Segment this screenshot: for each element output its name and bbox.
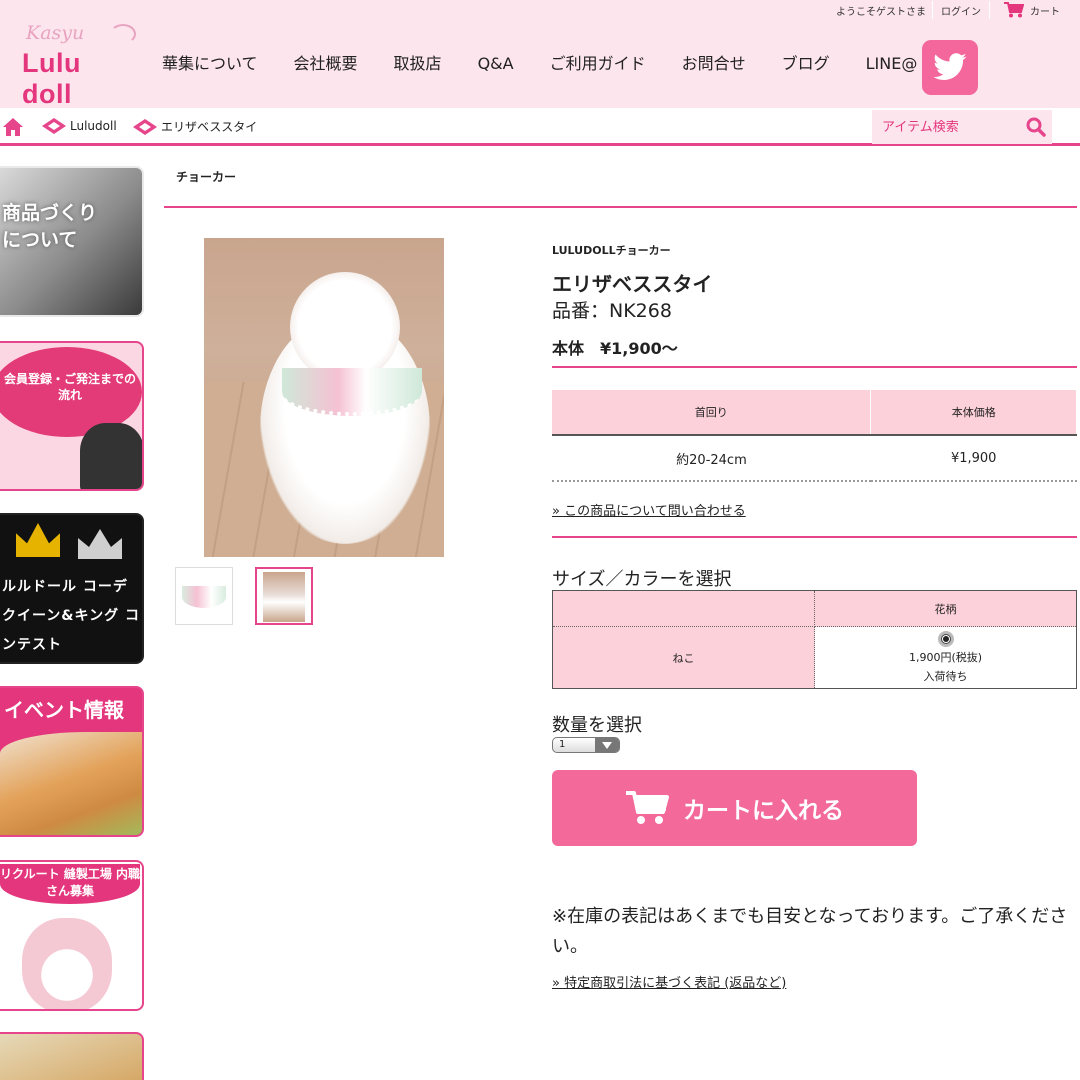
product-code: 品番：NK268 — [552, 300, 672, 322]
welcome-text: ようこそゲストさま — [836, 6, 926, 18]
banner-text: 会員登録・ご発注までの 流れ — [3, 372, 136, 402]
banner-recruit[interactable]: リクルート 縫製工場 内職さん募集 — [0, 860, 144, 1011]
breadcrumb-label: Luludoll — [70, 119, 117, 133]
variant-price: 1,900円(税抜) — [908, 651, 983, 664]
variant-status: 入荷待ち — [923, 670, 968, 683]
product-thumbnail[interactable] — [175, 567, 233, 625]
nav-stores[interactable]: 取扱店 — [376, 40, 460, 88]
site-logo[interactable]: Kasyu Lulu doll — [22, 22, 136, 109]
variant-radio[interactable] — [937, 631, 954, 647]
category-title: チョーカー — [176, 170, 237, 184]
logo-text: Lulu doll — [22, 48, 81, 109]
chevron-down-icon — [595, 738, 619, 752]
table-header: 本体価格 — [870, 390, 1077, 436]
cart-icon — [1004, 2, 1024, 18]
cat-illustration — [80, 423, 142, 489]
cart-label: カート — [1030, 6, 1060, 18]
twitter-button[interactable] — [922, 40, 978, 95]
gold-crown-icon — [16, 523, 60, 557]
banner-membership-flow[interactable]: 会員登録・ご発注までの 流れ — [0, 341, 144, 491]
thumbnail-image — [182, 586, 226, 608]
nav-blog[interactable]: ブログ — [764, 40, 848, 88]
add-to-cart-label: カートに入れる — [683, 798, 844, 824]
size-table: 首回り 本体価格 約20-24cm ¥1,900 — [552, 390, 1077, 482]
variant-table: 花柄 ねこ 1,900円(税抜) 入荷待ち — [552, 590, 1077, 689]
divider — [164, 206, 1077, 208]
breadcrumb-label: エリザベススタイ — [161, 120, 258, 134]
quantity-select[interactable]: 1 — [552, 737, 620, 753]
cart-icon — [626, 791, 669, 824]
product-bib — [282, 368, 422, 416]
nav-company[interactable]: 会社概要 — [276, 40, 376, 88]
search-input[interactable] — [882, 119, 1012, 135]
table-header: 首回り — [552, 390, 872, 436]
search-box — [872, 110, 1052, 144]
variant-option[interactable]: 1,900円(税抜) 入荷待ち — [814, 626, 1077, 689]
commerce-law-link[interactable]: » 特定商取引法に基づく表記 (返品など) — [552, 972, 786, 991]
table-cell: 約20-24cm — [552, 435, 871, 482]
cart-link[interactable]: カート — [990, 2, 1080, 18]
product-brand: LULUDOLLチョーカー — [552, 244, 671, 257]
banner-text: リクルート 縫製工場 内職さん募集 — [0, 864, 140, 904]
banner-contest[interactable]: ルルドール コーデ クイーン&キング コンテスト — [0, 513, 144, 664]
stock-note: ※在庫の表記はあくまでも目安となっております。ご了承ください。 — [552, 906, 1068, 957]
banner-text: イベント情報 — [4, 698, 124, 722]
breadcrumb-item-luludoll[interactable]: Luludoll — [42, 118, 117, 134]
home-icon[interactable] — [2, 117, 24, 137]
table-row: 約20-24cm ¥1,900 — [552, 435, 1077, 482]
nav-contact[interactable]: お問合せ — [664, 40, 764, 88]
banner-cat[interactable] — [0, 1032, 144, 1080]
dog-photo — [0, 732, 142, 835]
nav-guide[interactable]: ご利用ガイド — [532, 40, 664, 88]
banner-events[interactable]: イベント情報 — [0, 686, 144, 837]
cat-head — [290, 272, 400, 382]
nav-qa[interactable]: Q&A — [460, 40, 532, 88]
banner-text: 商品づくり について — [2, 202, 98, 251]
breadcrumb: Luludoll エリザベススタイ — [0, 108, 1080, 146]
silver-crown-icon — [78, 529, 122, 559]
logo-swirl — [110, 24, 136, 44]
inquire-link[interactable]: » この商品について問い合わせる — [552, 500, 746, 519]
site-header: Kasyu Lulu doll ようこそゲストさま ログイン カート 華集につい… — [0, 0, 1080, 109]
login-link[interactable]: ログイン — [933, 3, 989, 18]
user-topbar: ようこそゲストさま ログイン カート — [836, 0, 1080, 20]
add-to-cart-button[interactable]: カートに入れる — [552, 770, 917, 846]
divider — [552, 366, 1077, 368]
banner-production[interactable]: 商品づくり について — [0, 166, 144, 317]
logo-script: Kasyu — [26, 22, 85, 44]
product-thumbnail-selected[interactable] — [255, 567, 313, 625]
nav-about[interactable]: 華集について — [144, 40, 276, 88]
dog-photo — [22, 918, 112, 1009]
variant-row-header: ねこ — [552, 626, 815, 689]
main-nav: 華集について 会社概要 取扱店 Q&A ご利用ガイド お問合せ ブログ LINE… — [144, 40, 935, 88]
search-icon[interactable] — [1026, 117, 1046, 137]
breadcrumb-item-current: エリザベススタイ — [133, 118, 257, 135]
variant-heading: サイズ／カラーを選択 — [552, 569, 732, 590]
table-corner — [552, 590, 815, 627]
variant-column-header: 花柄 — [814, 590, 1077, 627]
divider — [552, 536, 1077, 538]
twitter-bird-icon — [933, 52, 967, 80]
quantity-value: 1 — [559, 739, 566, 750]
table-cell: ¥1,900 — [870, 435, 1077, 482]
diamond-icon — [133, 118, 157, 135]
thumbnail-image — [263, 572, 305, 622]
quantity-heading: 数量を選択 — [552, 715, 642, 736]
product-name: エリザベススタイ — [552, 272, 713, 296]
diamond-icon — [42, 118, 66, 134]
product-main-image[interactable] — [204, 238, 444, 557]
product-price: 本体 ¥1,900〜 — [552, 339, 678, 358]
banner-text: ルルドール コーデ クイーン&キング コンテスト — [2, 579, 140, 653]
